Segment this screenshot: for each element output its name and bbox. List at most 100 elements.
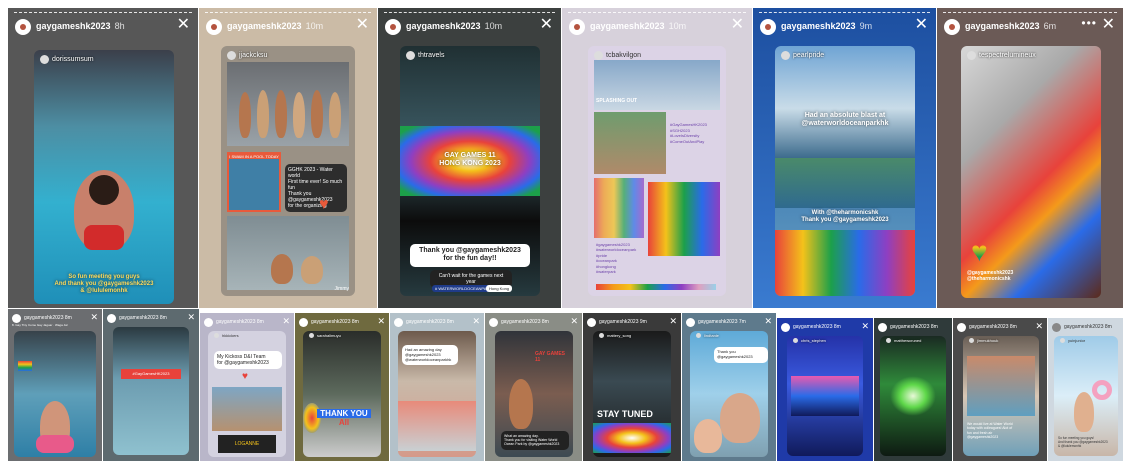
avatar[interactable]	[944, 19, 960, 35]
story-card[interactable]: gaygameshk2023 8m ✕ chris_stephen	[777, 318, 873, 461]
close-icon[interactable]: ✕	[1102, 17, 1115, 33]
story-username[interactable]: gaygameshk2023 8m	[406, 319, 454, 325]
story-card[interactable]: gaygameshk2023 8h ✕ dorissumsum So fun me…	[8, 8, 198, 308]
avatar[interactable]	[299, 318, 308, 327]
progress-bar	[943, 12, 1117, 15]
story-subtitle: 8. Gay Tiny Come Gay Jaguar · Waga Jal	[12, 323, 68, 327]
story-card[interactable]: gaygameshk2023 6m ••• ✕ tespectrelumineux…	[937, 8, 1123, 308]
swimsuit	[84, 225, 124, 250]
avatar[interactable]	[385, 19, 401, 35]
reposted-user: hkkickers	[214, 333, 239, 338]
reposted-user: jjackcksu	[227, 51, 267, 60]
story-header: gaygameshk2023 8m ✕	[485, 313, 582, 329]
close-icon[interactable]: ✕	[90, 312, 98, 323]
story-caption: Had an absolute blast at @waterworldocea…	[801, 112, 889, 128]
story-card[interactable]: gaygameshk2023 8m matthewcruned	[874, 318, 952, 461]
avatar[interactable]	[206, 19, 222, 35]
close-icon[interactable]: ✕	[472, 316, 480, 327]
reposted-story: #GayGamesHK2023	[113, 327, 189, 455]
avatar[interactable]	[107, 314, 116, 323]
story-username[interactable]: gaygameshk2023 8m	[793, 324, 841, 330]
caption-bubble: Thank you @gaygameshk2023 for the fun da…	[410, 244, 530, 267]
avatar[interactable]	[1052, 323, 1061, 332]
close-icon[interactable]: ✕	[764, 316, 772, 327]
close-icon[interactable]: ✕	[377, 316, 385, 327]
story-card[interactable]: gaygameshk2023 9m ✕ mattery_song STAY TUN…	[583, 313, 681, 461]
story-card[interactable]: gaygameshk2023 8m ✕ Had an amazing day @g…	[390, 313, 484, 461]
story-username[interactable]: gaygameshk2023 8m	[119, 315, 167, 321]
story-card[interactable]: gaygameshk2023 10m ✕ jjackcksu I SWAM IN …	[199, 8, 377, 308]
swimmer-photo	[89, 175, 119, 205]
story-card[interactable]: gaygameshk2023 10m ✕ tcbakvilgon SPLASHIN…	[562, 8, 752, 308]
close-icon[interactable]: ✕	[187, 312, 195, 323]
story-card[interactable]: gaygameshk2023 8m ✕ GAY GAMES 11 What an …	[485, 313, 582, 461]
reposted-story: yuinjunior So fun meeting you guys! And …	[1054, 336, 1118, 456]
avatar[interactable]	[957, 323, 966, 332]
note-bubble: GGHK 2023 - Water world First time ever!…	[285, 164, 347, 212]
story-card[interactable]: gaygameshk2023 7m ✕ lindtanle Thank you @…	[682, 313, 776, 461]
person	[257, 90, 269, 138]
note-bubble: Thank you @gaygameshk2023	[714, 347, 768, 363]
story-username[interactable]: gaygameshk2023 8m	[501, 319, 549, 325]
progress-bar	[759, 12, 930, 15]
avatar[interactable]	[587, 318, 596, 327]
story-username[interactable]: gaygameshk2023 8m	[216, 319, 264, 325]
avatar[interactable]	[204, 318, 213, 327]
heart-icon: ♥	[971, 236, 988, 267]
avatar[interactable]	[760, 19, 776, 35]
story-username[interactable]: gaygameshk2023 8m	[890, 324, 938, 330]
selfie-face	[720, 393, 760, 443]
story-header: gaygameshk2023 8m ✕	[953, 318, 1047, 334]
story-username[interactable]: gaygameshk2023 10m	[406, 21, 502, 31]
more-options-icon[interactable]: •••	[1081, 17, 1097, 29]
reposted-story: chris_stephen	[787, 336, 863, 456]
story-card[interactable]: gaygameshk2023 9m ✕ pearlpride Had an abs…	[753, 8, 936, 308]
story-username[interactable]: gaygameshk2023 8m	[311, 319, 359, 325]
close-icon[interactable]: ✕	[1035, 321, 1043, 332]
close-icon[interactable]: ✕	[915, 17, 928, 33]
story-username[interactable]: gaygameshk2023 8h	[36, 21, 125, 31]
story-username[interactable]: gaygameshk2023 9m	[599, 319, 647, 325]
avatar[interactable]	[15, 19, 31, 35]
close-icon[interactable]: ✕	[731, 17, 744, 33]
story-card[interactable]: gaygameshk2023 8m yuinjunior So fun meet…	[1048, 318, 1123, 461]
story-card[interactable]: gaygameshk2023 8m ✕ sarahalimuyu THANK YO…	[295, 313, 389, 461]
avatar[interactable]	[686, 318, 695, 327]
close-icon[interactable]: ✕	[540, 17, 553, 33]
story-username[interactable]: gaygameshk2023 6m	[965, 21, 1056, 31]
close-icon[interactable]: ✕	[356, 17, 369, 33]
avatar[interactable]	[781, 323, 790, 332]
avatar[interactable]	[489, 318, 498, 327]
close-icon[interactable]: ✕	[669, 316, 677, 327]
event-banner: #GayGamesHK2023	[121, 369, 181, 379]
avatar[interactable]	[12, 314, 21, 323]
location-sticker[interactable]: Hong Kong	[486, 285, 513, 292]
story-card[interactable]: gaygameshk2023 10m ✕ thtravels GAY GAMES …	[378, 8, 561, 308]
avatar[interactable]	[394, 318, 403, 327]
close-icon[interactable]: ✕	[282, 316, 290, 327]
heart-icon: ♥	[319, 196, 329, 213]
story-username[interactable]: gaygameshk2023 7m	[698, 319, 746, 325]
story-username[interactable]: gaygameshk2023 9m	[781, 21, 872, 31]
reposted-story: Had an amazing day @gaygameshk2023 @wate…	[398, 331, 476, 457]
story-username[interactable]: gaygameshk2023 8m	[969, 324, 1017, 330]
close-icon[interactable]: ✕	[570, 316, 578, 327]
close-icon[interactable]: ✕	[177, 17, 190, 33]
reposted-story: mattery_song STAY TUNED	[593, 331, 671, 457]
story-card[interactable]: gaygameshk2023 8m ✕ #GayGamesHK2023	[103, 309, 199, 461]
group-photo	[967, 356, 1035, 416]
story-username[interactable]: gaygameshk2023 10m	[590, 21, 686, 31]
story-card[interactable]: gaygameshk2023 8m ✕ jimmukhouk We would l…	[953, 318, 1047, 461]
close-icon[interactable]: ✕	[861, 321, 869, 332]
team-photo	[212, 387, 282, 431]
story-username[interactable]: gaygameshk2023 8m	[1064, 324, 1112, 330]
story-card[interactable]: gaygameshk2023 8m ✕ hkkickers My Kickoss …	[200, 313, 294, 461]
avatar[interactable]	[878, 323, 887, 332]
pool-photo	[594, 112, 666, 174]
float-ring	[36, 435, 74, 453]
note-text: We would live at Water World today with …	[967, 422, 1013, 440]
story-username[interactable]: gaygameshk2023 10m	[227, 21, 323, 31]
avatar[interactable]	[569, 19, 585, 35]
story-username[interactable]: gaygameshk2023 8m	[24, 315, 72, 321]
story-card[interactable]: gaygameshk2023 8m ✕ 8. Gay Tiny Come Gay …	[8, 309, 102, 461]
